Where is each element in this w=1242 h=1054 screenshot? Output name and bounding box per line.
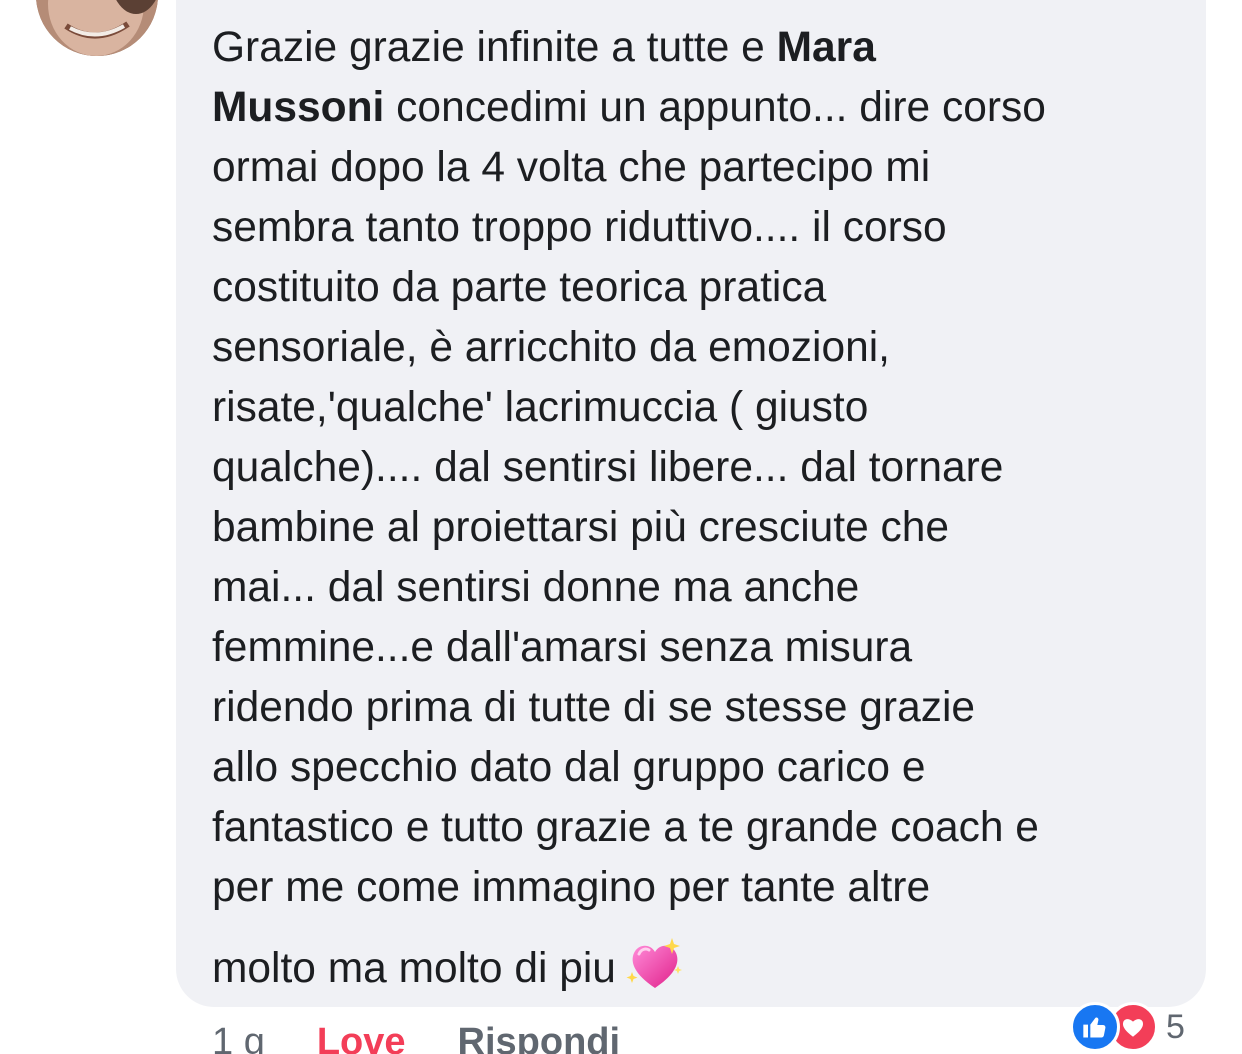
reaction-count: 5	[1166, 1007, 1185, 1046]
mention-link[interactable]: Mara	[777, 24, 876, 71]
mention-link[interactable]: Mussoni	[212, 84, 384, 131]
reactions-summary[interactable]: 5	[1070, 1000, 1185, 1054]
comment-text: Grazie grazie infinite a tutte e Mara Mu…	[212, 18, 1202, 996]
comment-line: Grazie grazie infinite a tutte e Mara	[212, 24, 876, 71]
comment-line: ormai dopo la 4 volta che partecipo mi	[212, 144, 931, 191]
avatar-photo	[36, 0, 158, 56]
comment-line: mai... dal sentirsi donne ma anche	[212, 564, 860, 611]
love-button[interactable]: Love	[317, 1021, 406, 1054]
comment-line: per me come immagino per tante altre	[212, 864, 931, 911]
like-icon	[1070, 1002, 1120, 1052]
comment-line: sembra tanto troppo riduttivo.... il cor…	[212, 204, 947, 251]
sparkling-heart-icon	[626, 936, 684, 1011]
reply-button[interactable]: Rispondi	[458, 1021, 621, 1054]
comment-line: ridendo prima di tutte di se stesse graz…	[212, 684, 976, 731]
comment-line: bambine al proiettarsi più cresciute che	[212, 504, 950, 551]
avatar[interactable]	[36, 0, 158, 56]
comment-line: Mussoni concedimi un appunto... dire cor…	[212, 84, 1046, 131]
comment-line: sensoriale, è arricchito da emozioni,	[212, 324, 890, 371]
comment-line: femmine...e dall'amarsi senza misura	[212, 624, 913, 671]
timestamp[interactable]: 1 g	[212, 1021, 265, 1054]
comment-line: molto ma molto di piu	[212, 936, 1202, 996]
comment-line: risate,'qualche' lacrimuccia ( giusto	[212, 384, 869, 431]
comment-line: fantastico e tutto grazie a te grande co…	[212, 804, 1039, 851]
comment-line: qualche).... dal sentirsi libere... dal …	[212, 444, 1004, 491]
comment-actions: 1 g Love Rispondi	[212, 1018, 620, 1054]
comment-line: costituito da parte teorica pratica	[212, 264, 827, 311]
comment-screen: Grazie grazie infinite a tutte e Mara Mu…	[0, 0, 1242, 1054]
comment-line: allo specchio dato dal gruppo carico e	[212, 744, 926, 791]
